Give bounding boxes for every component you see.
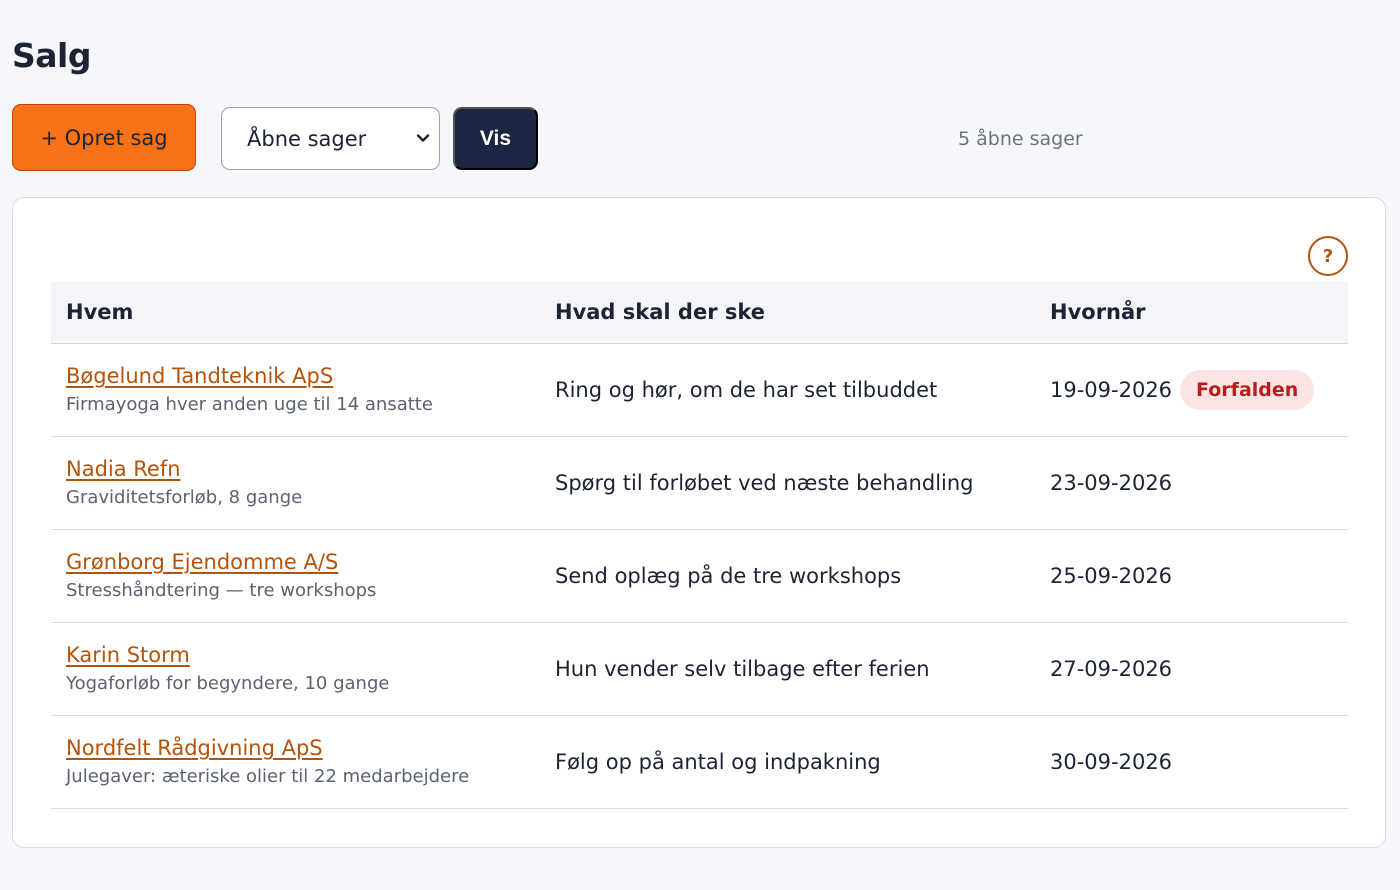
cell-who: Nordfelt Rådgivning ApS Julegaver: æteri… <box>51 715 540 809</box>
case-count: 5 åbne sager <box>958 128 1083 150</box>
case-description: Julegaver: æteriske olier til 22 medarbe… <box>66 766 470 787</box>
next-action: Spørg til forløbet ved næste behandling <box>555 470 974 495</box>
table-row: Nadia Refn Graviditetsforløb, 8 gange Sp… <box>51 436 1348 530</box>
cell-what: Hun vender selv tilbage efter ferien <box>540 622 1035 716</box>
cell-who: Bøgelund Tandteknik ApS Firmayoga hver a… <box>51 343 540 437</box>
column-header-when: Hvornår <box>1035 282 1348 344</box>
next-action: Ring og hør, om de har set tilbuddet <box>555 377 938 402</box>
page-title: Salg <box>12 36 91 75</box>
cell-who: Karin Storm Yogaforløb for begyndere, 10… <box>51 622 540 716</box>
next-action: Følg op på antal og indpakning <box>555 749 881 774</box>
customer-link[interactable]: Grønborg Ejendomme A/S <box>66 550 338 574</box>
overdue-badge: Forfalden <box>1180 369 1315 410</box>
customer-link[interactable]: Nadia Refn <box>66 457 181 481</box>
table-row: Karin Storm Yogaforløb for begyndere, 10… <box>51 622 1348 716</box>
cases-table: Hvem Hvad skal der ske Hvornår Bøgelund … <box>51 282 1348 809</box>
cell-when: 19-09-2026 Forfalden <box>1035 343 1348 437</box>
table-row: Nordfelt Rådgivning ApS Julegaver: æteri… <box>51 715 1348 809</box>
due-date: 25-09-2026 <box>1050 563 1173 588</box>
cell-who: Nadia Refn Graviditetsforløb, 8 gange <box>51 436 540 530</box>
cell-what: Ring og hør, om de har set tilbuddet <box>540 343 1035 437</box>
due-date: 23-09-2026 <box>1050 470 1173 495</box>
cases-card: ? Hvem Hvad skal der ske Hvornår Bøgelun… <box>12 197 1386 848</box>
cell-what: Spørg til forløbet ved næste behandling <box>540 436 1035 530</box>
help-icon[interactable]: ? <box>1308 236 1348 276</box>
due-date: 27-09-2026 <box>1050 656 1173 681</box>
table-row: Grønborg Ejendomme A/S Stresshåndtering … <box>51 529 1348 623</box>
customer-link[interactable]: Nordfelt Rådgivning ApS <box>66 736 323 760</box>
cell-when: 30-09-2026 <box>1035 715 1348 809</box>
cell-what: Send oplæg på de tre workshops <box>540 529 1035 623</box>
due-date: 30-09-2026 <box>1050 749 1173 774</box>
cell-when: 27-09-2026 <box>1035 622 1348 716</box>
case-description: Stresshåndtering — tre workshops <box>66 580 377 601</box>
cell-when: 25-09-2026 <box>1035 529 1348 623</box>
case-description: Yogaforløb for begyndere, 10 gange <box>66 673 390 694</box>
cell-who: Grønborg Ejendomme A/S Stresshåndtering … <box>51 529 540 623</box>
create-case-button[interactable]: + Opret sag <box>12 104 196 171</box>
chevron-down-icon <box>416 134 430 142</box>
next-action: Hun vender selv tilbage efter ferien <box>555 656 930 681</box>
case-filter-select[interactable]: Åbne sager <box>221 107 440 170</box>
customer-link[interactable]: Karin Storm <box>66 643 190 667</box>
toolbar: + Opret sag Åbne sager Vis 5 åbne sager <box>12 104 1392 172</box>
cell-what: Følg op på antal og indpakning <box>540 715 1035 809</box>
show-button[interactable]: Vis <box>453 107 538 170</box>
cell-when: 23-09-2026 <box>1035 436 1348 530</box>
next-action: Send oplæg på de tre workshops <box>555 563 902 588</box>
column-header-who: Hvem <box>51 282 540 344</box>
column-header-what: Hvad skal der ske <box>540 282 1035 344</box>
page: Salg + Opret sag Åbne sager Vis 5 åbne s… <box>0 0 1400 890</box>
due-date: 19-09-2026 <box>1050 377 1173 402</box>
table-row: Bøgelund Tandteknik ApS Firmayoga hver a… <box>51 343 1348 437</box>
case-filter-value: Åbne sager <box>247 126 367 151</box>
case-description: Firmayoga hver anden uge til 14 ansatte <box>66 394 433 415</box>
customer-link[interactable]: Bøgelund Tandteknik ApS <box>66 364 333 388</box>
case-description: Graviditetsforløb, 8 gange <box>66 487 303 508</box>
table-header-row: Hvem Hvad skal der ske Hvornår <box>51 282 1348 344</box>
